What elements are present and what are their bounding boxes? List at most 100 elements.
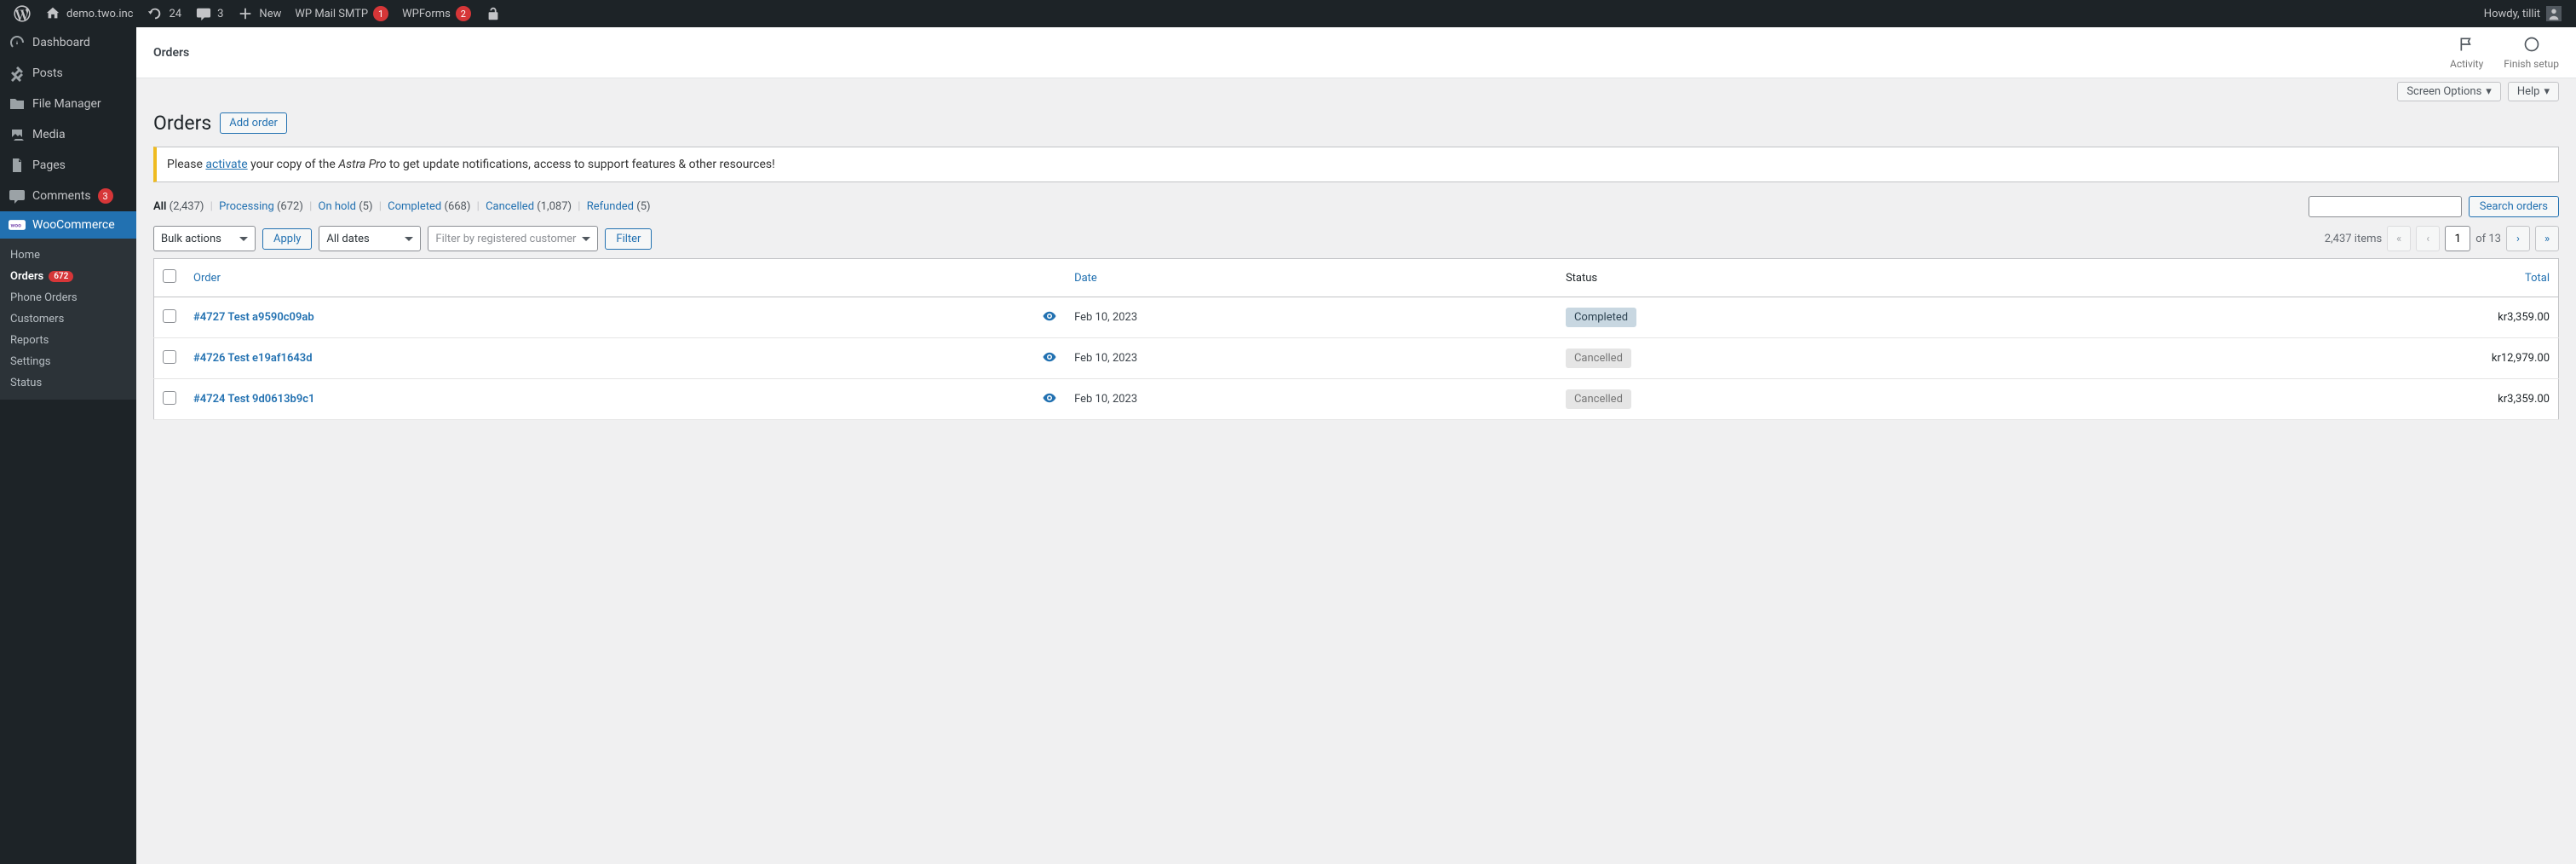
order-total: kr3,359.00 — [2096, 297, 2558, 338]
page-input[interactable] — [2445, 226, 2470, 251]
wpmail-label: WP Mail SMTP — [295, 8, 368, 20]
submenu-orders[interactable]: Orders 672 — [0, 266, 136, 287]
items-count: 2,437 items — [2325, 233, 2382, 245]
screen-options-button[interactable]: Screen Options ▾ — [2397, 82, 2501, 101]
sidebar-label: Comments — [32, 189, 91, 203]
notice-activate-link[interactable]: activate — [205, 158, 247, 171]
select-all-checkbox[interactable] — [163, 269, 176, 283]
circle-icon — [2523, 36, 2540, 55]
sidebar-item-file-manager[interactable]: File Manager — [0, 89, 136, 119]
avatar-icon — [2545, 5, 2562, 22]
eye-icon[interactable] — [1042, 314, 1057, 327]
site-name: demo.two.inc — [66, 8, 133, 20]
row-checkbox[interactable] — [163, 350, 176, 364]
col-total[interactable]: Total — [2096, 259, 2558, 297]
media-icon — [9, 126, 26, 143]
search-orders-button[interactable]: Search orders — [2469, 196, 2559, 217]
help-button[interactable]: Help ▾ — [2508, 82, 2559, 101]
add-order-button[interactable]: Add order — [220, 112, 287, 134]
submenu-home[interactable]: Home — [0, 245, 136, 266]
eye-icon[interactable] — [1042, 355, 1057, 368]
next-page-button[interactable]: › — [2506, 226, 2530, 251]
view-processing[interactable]: Processing — [219, 200, 274, 213]
pin-icon — [9, 65, 26, 82]
svg-text:woo: woo — [11, 222, 22, 229]
new-content-link[interactable]: New — [230, 0, 288, 27]
plus-icon — [237, 5, 254, 22]
wpforms-link[interactable]: WPForms 2 — [395, 0, 478, 27]
bulk-actions-select[interactable]: Bulk actions — [153, 226, 256, 251]
col-date[interactable]: Date — [1066, 259, 1557, 297]
submenu-settings[interactable]: Settings — [0, 351, 136, 372]
view-cancelled[interactable]: Cancelled — [486, 200, 534, 213]
sidebar-item-comments[interactable]: Comments 3 — [0, 181, 136, 211]
row-checkbox[interactable] — [163, 309, 176, 323]
sidebar-label: Media — [32, 128, 66, 141]
wp-logo[interactable] — [7, 0, 37, 27]
site-home-link[interactable]: demo.two.inc — [37, 0, 140, 27]
view-completed[interactable]: Completed — [388, 200, 441, 213]
col-status: Status — [1557, 259, 2096, 297]
view-refunded[interactable]: Refunded — [587, 200, 634, 213]
account-link[interactable]: Howdy, tillit — [2477, 0, 2569, 27]
status-badge: Cancelled — [1566, 348, 1631, 368]
updates-link[interactable]: 24 — [140, 0, 188, 27]
list-views: All (2,437) | Processing (672) | On hold… — [153, 200, 651, 213]
folder-icon — [9, 95, 26, 112]
submenu-status[interactable]: Status — [0, 372, 136, 394]
sidebar-label: File Manager — [32, 97, 101, 111]
search-input[interactable] — [2309, 196, 2462, 217]
order-total: kr12,979.00 — [2096, 338, 2558, 379]
woo-icon: woo — [9, 219, 26, 231]
status-badge: Cancelled — [1566, 389, 1631, 409]
view-onhold[interactable]: On hold — [319, 200, 356, 213]
howdy-text: Howdy, tillit — [2484, 8, 2540, 20]
orders-badge: 672 — [49, 271, 73, 282]
sidebar-item-media[interactable]: Media — [0, 119, 136, 150]
comments-link[interactable]: 3 — [188, 0, 230, 27]
sidebar-label: Dashboard — [32, 36, 90, 49]
order-date: Feb 10, 2023 — [1066, 338, 1557, 379]
sidebar-item-posts[interactable]: Posts — [0, 58, 136, 89]
page-icon — [9, 157, 26, 174]
table-row[interactable]: #4726 Test e19af1643d Feb 10, 2023 Cancell… — [154, 338, 2559, 379]
table-row[interactable]: #4727 Test a9590c09abFeb 10, 2023Complet… — [154, 297, 2559, 338]
activity-button[interactable]: Activity — [2450, 36, 2483, 70]
table-row[interactable]: #4724 Test 9d0613b9c1 Feb 10, 2023 Cancell… — [154, 379, 2559, 420]
status-badge: Completed — [1566, 308, 1636, 327]
order-link[interactable]: #4727 Test a9590c09ab — [193, 311, 314, 324]
home-icon — [44, 5, 61, 22]
filter-button[interactable]: Filter — [605, 228, 652, 250]
sidebar-label: WooCommerce — [32, 218, 115, 232]
orders-table: Order Date Status Total #4727 Test a9590… — [153, 258, 2559, 420]
wpmail-link[interactable]: WP Mail SMTP 1 — [288, 0, 395, 27]
sidebar-label: Pages — [32, 158, 66, 172]
total-pages: of 13 — [2475, 233, 2501, 245]
wpforms-label: WPForms — [402, 8, 451, 20]
last-page-button[interactable]: » — [2535, 226, 2559, 251]
finish-setup-button[interactable]: Finish setup — [2504, 36, 2559, 70]
order-link[interactable]: #4726 Test e19af1643d — [193, 352, 313, 365]
submenu-reports[interactable]: Reports — [0, 330, 136, 351]
comments-badge: 3 — [98, 188, 113, 204]
order-date: Feb 10, 2023 — [1066, 379, 1557, 420]
sidebar-item-woocommerce[interactable]: woo WooCommerce — [0, 211, 136, 239]
privacy-link[interactable] — [478, 0, 509, 27]
comment-icon — [9, 187, 26, 204]
sidebar-item-pages[interactable]: Pages — [0, 150, 136, 181]
sidebar-item-dashboard[interactable]: Dashboard — [0, 27, 136, 58]
eye-icon[interactable] — [1042, 396, 1057, 409]
customer-filter-select[interactable]: Filter by registered customer — [428, 226, 598, 251]
wpmail-badge: 1 — [373, 6, 388, 21]
woocommerce-submenu: Home Orders 672 Phone Orders Customers R… — [0, 239, 136, 400]
col-order[interactable]: Order — [185, 259, 1033, 297]
prev-page-button: ‹ — [2416, 226, 2440, 251]
submenu-phone-orders[interactable]: Phone Orders — [0, 287, 136, 308]
dates-select[interactable]: All dates — [319, 226, 421, 251]
refresh-icon — [147, 5, 164, 22]
apply-button[interactable]: Apply — [262, 228, 312, 250]
row-checkbox[interactable] — [163, 391, 176, 405]
order-link[interactable]: #4724 Test 9d0613b9c1 — [193, 393, 314, 406]
comment-icon — [195, 5, 212, 22]
submenu-customers[interactable]: Customers — [0, 308, 136, 330]
